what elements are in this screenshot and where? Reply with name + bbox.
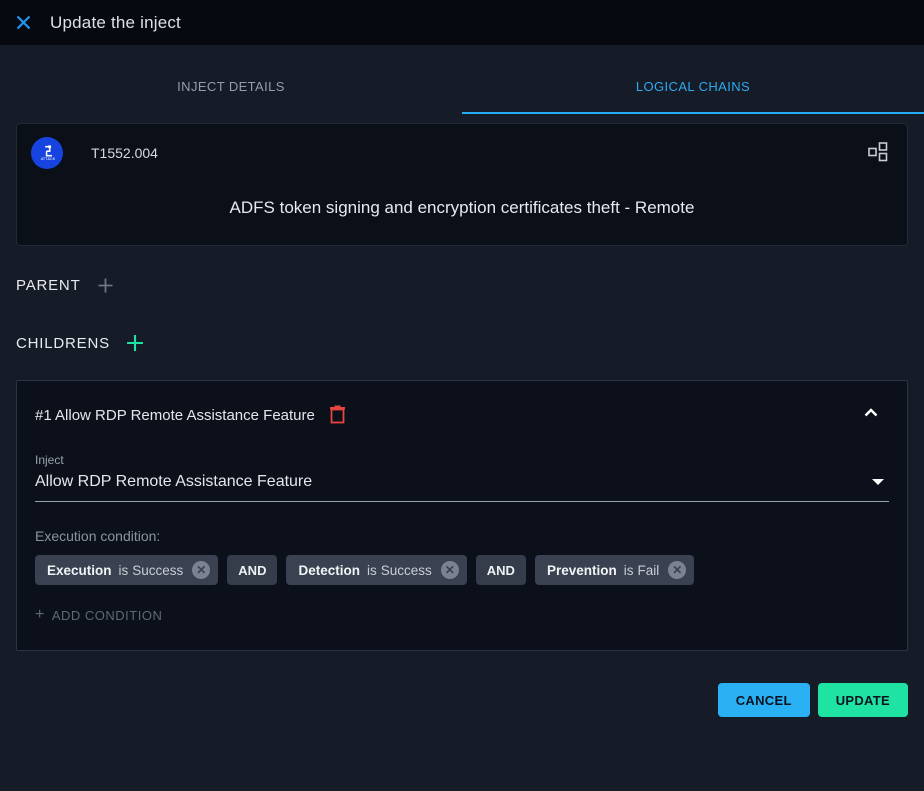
- add-condition-button[interactable]: + ADD CONDITION: [35, 607, 162, 623]
- condition-chip-execution: Execution is Success ✕: [35, 555, 218, 585]
- condition-name: Execution: [47, 563, 112, 578]
- tab-bar: INJECT DETAILS LOGICAL CHAINS: [0, 45, 924, 114]
- condition-chip-prevention: Prevention is Fail ✕: [535, 555, 694, 585]
- add-condition-label: ADD CONDITION: [52, 608, 163, 623]
- add-parent-icon[interactable]: [97, 276, 115, 294]
- condition-name: Prevention: [547, 563, 617, 578]
- inject-card-header: ATT&CK T1552.004: [17, 124, 907, 182]
- remove-condition-icon[interactable]: ✕: [192, 561, 210, 579]
- svg-text:ATT&CK: ATT&CK: [41, 157, 56, 161]
- condition-operator: is: [367, 563, 377, 578]
- inject-title: ADFS token signing and encryption certif…: [17, 182, 907, 245]
- condition-operator: is: [624, 563, 634, 578]
- add-child-icon[interactable]: [126, 334, 144, 352]
- footer-actions: CANCEL UPDATE: [16, 683, 908, 717]
- child-header: #1 Allow RDP Remote Assistance Feature: [35, 405, 889, 425]
- cancel-button[interactable]: CANCEL: [718, 683, 810, 717]
- inject-select[interactable]: Allow RDP Remote Assistance Feature: [35, 473, 889, 502]
- technique-id: T1552.004: [91, 145, 158, 161]
- parent-section: PARENT: [16, 276, 908, 294]
- condition-value: Fail: [637, 563, 659, 578]
- condition-name: Detection: [298, 563, 360, 578]
- plus-icon: +: [35, 607, 45, 623]
- condition-operator: is: [119, 563, 129, 578]
- and-connector: AND: [227, 555, 277, 585]
- remove-condition-icon[interactable]: ✕: [441, 561, 459, 579]
- condition-chip-detection: Detection is Success ✕: [286, 555, 466, 585]
- caret-down-icon: [871, 473, 885, 491]
- and-connector: AND: [476, 555, 526, 585]
- tab-inject-details[interactable]: INJECT DETAILS: [0, 45, 462, 114]
- childrens-label: CHILDRENS: [16, 335, 110, 352]
- close-icon[interactable]: [14, 14, 32, 32]
- update-button[interactable]: UPDATE: [818, 683, 908, 717]
- inject-summary-card: ATT&CK T1552.004 ADFS token signing and …: [16, 123, 908, 246]
- remove-condition-icon[interactable]: ✕: [668, 561, 686, 579]
- parent-label: PARENT: [16, 277, 81, 294]
- condition-value: Success: [132, 563, 183, 578]
- diagram-nodes-icon[interactable]: [867, 141, 891, 165]
- mitre-attack-icon: ATT&CK: [31, 137, 63, 169]
- chevron-up-icon[interactable]: [863, 405, 883, 425]
- childrens-section: CHILDRENS: [16, 334, 908, 352]
- child-title: #1 Allow RDP Remote Assistance Feature: [35, 407, 315, 424]
- child-chain-card: #1 Allow RDP Remote Assistance Feature I…: [16, 380, 908, 651]
- inject-select-value: Allow RDP Remote Assistance Feature: [35, 473, 871, 491]
- modal-header: Update the inject: [0, 0, 924, 45]
- tab-logical-chains[interactable]: LOGICAL CHAINS: [462, 45, 924, 114]
- execution-condition-label: Execution condition:: [35, 528, 889, 544]
- inject-select-field: Inject Allow RDP Remote Assistance Featu…: [35, 453, 889, 502]
- modal-title: Update the inject: [50, 13, 181, 33]
- condition-chips-row: Execution is Success ✕ AND Detection is …: [35, 555, 889, 585]
- inject-field-label: Inject: [35, 453, 889, 467]
- condition-value: Success: [381, 563, 432, 578]
- delete-child-icon[interactable]: [329, 405, 347, 425]
